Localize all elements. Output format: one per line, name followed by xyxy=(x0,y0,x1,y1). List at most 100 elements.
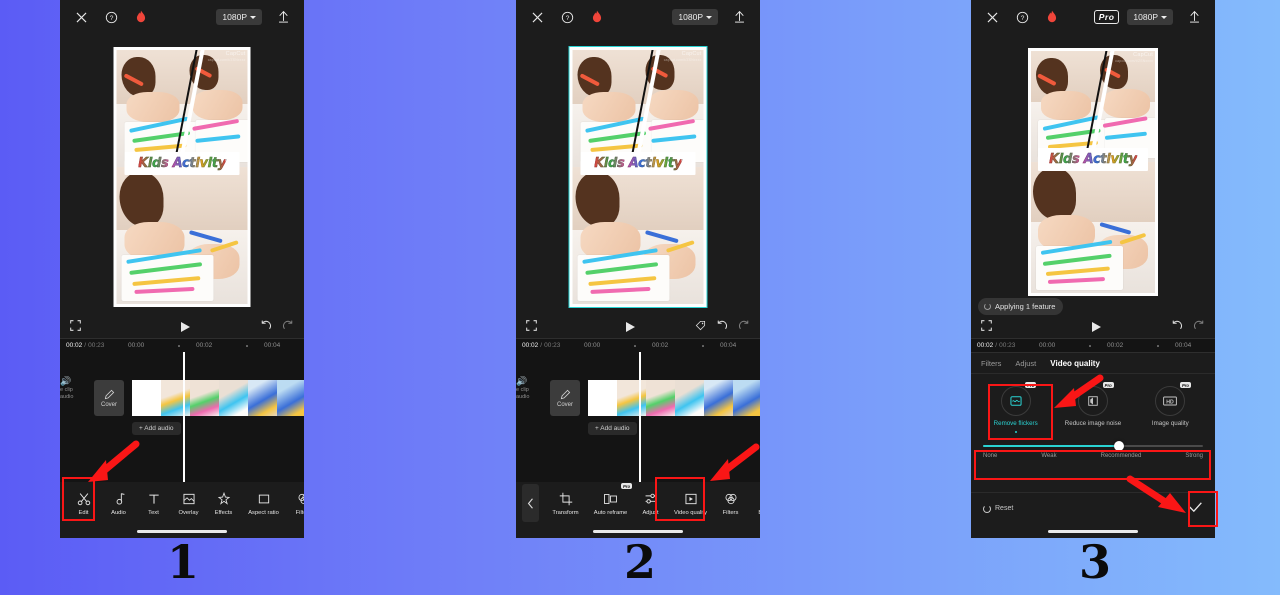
fullscreen-icon[interactable] xyxy=(981,318,1021,336)
resolution-label: 1080P xyxy=(222,12,247,22)
clip-thumbnail[interactable] xyxy=(161,380,190,416)
pencil-icon xyxy=(104,389,114,399)
flame-icon[interactable] xyxy=(586,6,608,28)
flame-icon[interactable] xyxy=(1041,6,1063,28)
slider-fill xyxy=(983,445,1120,447)
back-button[interactable] xyxy=(522,484,539,522)
tab-adjust[interactable]: Adjust xyxy=(1015,359,1036,368)
fullscreen-icon[interactable] xyxy=(526,318,566,336)
toolbar-item-audio[interactable]: Audio xyxy=(101,482,136,524)
ruler-tick: 00:04 xyxy=(264,342,281,349)
clip-thumbnail[interactable] xyxy=(277,380,304,416)
toolbar-item-effects[interactable]: Effects xyxy=(206,482,241,524)
ruler-ticks: 00:00 00:02 00:04 xyxy=(128,339,304,352)
export-icon[interactable] xyxy=(728,6,750,28)
strength-slider[interactable]: None Weak Recommended Strong xyxy=(971,437,1215,462)
toolbar-item-aspect-ratio[interactable]: Aspect ratio xyxy=(241,482,286,524)
feature-remove-flickers[interactable]: Pro Remove flickers xyxy=(979,382,1052,433)
toolbar-item-edit[interactable]: Edit xyxy=(66,482,101,524)
playhead[interactable] xyxy=(639,352,641,482)
scissors-icon xyxy=(77,491,91,507)
caption-overlay[interactable]: Kids Activity xyxy=(580,151,696,175)
redo-icon[interactable] xyxy=(738,318,750,336)
undo-icon[interactable] xyxy=(1171,318,1183,336)
help-icon[interactable]: ? xyxy=(556,6,578,28)
add-audio-button[interactable]: + Add audio xyxy=(132,422,181,435)
caption-overlay[interactable]: Kids Activity xyxy=(124,151,240,175)
playhead[interactable] xyxy=(183,352,185,482)
clip-thumbnail[interactable] xyxy=(248,380,277,416)
toolbar-item-filters[interactable]: Filters xyxy=(713,482,748,524)
feature-image-quality[interactable]: Pro HD Image quality xyxy=(1134,382,1207,433)
clip-track[interactable]: + xyxy=(132,380,304,416)
flame-icon[interactable] xyxy=(130,6,152,28)
fullscreen-icon[interactable] xyxy=(70,318,110,336)
toolbar-item-text[interactable]: Text xyxy=(136,482,171,524)
svg-text:?: ? xyxy=(109,15,113,22)
scene-top xyxy=(116,50,248,167)
clip-track[interactable]: + xyxy=(588,380,760,416)
resolution-selector[interactable]: 1080P xyxy=(1127,9,1173,25)
clip-blank[interactable] xyxy=(132,380,161,416)
toolbar-item-auto-reframe[interactable]: Pro Auto reframe xyxy=(588,482,633,524)
play-button[interactable] xyxy=(566,322,695,332)
slider-track[interactable] xyxy=(983,441,1203,451)
cover-button[interactable]: Cover xyxy=(94,380,124,416)
speaker-icon: 🔊 xyxy=(516,376,528,386)
step-number-2: 2 xyxy=(623,535,656,589)
clip-thumbnail[interactable] xyxy=(704,380,733,416)
video-preview[interactable]: CapCut capcut.com/t/ZSNxxxx Kids Activit… xyxy=(113,47,251,307)
toolbar-item-filters[interactable]: Filters xyxy=(286,482,304,524)
toolbar-label: Text xyxy=(148,509,159,516)
svg-text:?: ? xyxy=(1020,15,1024,22)
toolbar-item-overlay[interactable]: Overlay xyxy=(171,482,206,524)
pro-badge[interactable]: Pro xyxy=(1093,10,1120,24)
tag-icon[interactable] xyxy=(695,318,706,336)
close-icon[interactable] xyxy=(70,6,92,28)
clip-thumbnail[interactable] xyxy=(190,380,219,416)
clip-blank[interactable] xyxy=(588,380,617,416)
toolbar-item-adjust[interactable]: Adjust xyxy=(633,482,668,524)
video-preview[interactable]: CapCut capcut.com/t/ZSNxxxx Kids Activit… xyxy=(568,46,708,308)
export-icon[interactable] xyxy=(272,6,294,28)
clip-thumbnail[interactable] xyxy=(675,380,704,416)
undo-icon[interactable] xyxy=(260,318,272,336)
close-icon[interactable] xyxy=(981,6,1003,28)
resolution-selector[interactable]: 1080P xyxy=(672,9,718,25)
ruler-tick: 00:02 xyxy=(196,342,213,349)
caption-text: Kids Activity xyxy=(138,155,227,171)
cover-button[interactable]: Cover xyxy=(550,380,580,416)
help-icon[interactable]: ? xyxy=(100,6,122,28)
video-preview[interactable]: CapCut capcut.com/t/ZSNxxxx Kids Activit… xyxy=(1028,48,1158,296)
clip-thumbnail[interactable] xyxy=(617,380,646,416)
close-icon[interactable] xyxy=(526,6,548,28)
toolbar-item-basic[interactable]: Basic xyxy=(748,482,760,524)
tab-filters[interactable]: Filters xyxy=(981,359,1001,368)
toolbar-item-video-quality[interactable]: Video quality xyxy=(668,482,713,524)
toolbar-item-transform[interactable]: Transform xyxy=(543,482,588,524)
clip-thumbnail[interactable] xyxy=(646,380,675,416)
clip-thumbnail[interactable] xyxy=(219,380,248,416)
play-button[interactable] xyxy=(1021,322,1171,332)
filters-icon xyxy=(297,491,304,507)
pro-badge: Pro xyxy=(621,483,632,490)
pointer-arrow-video-quality xyxy=(710,443,760,481)
time-ruler: 00:02 / 00:23 00:00 00:02 00:04 xyxy=(971,338,1215,352)
add-audio-button[interactable]: + Add audio xyxy=(588,422,637,435)
caption-overlay[interactable]: Kids Activity xyxy=(1038,147,1148,171)
export-icon[interactable] xyxy=(1183,6,1205,28)
reset-button[interactable]: Reset xyxy=(983,504,1013,513)
time-ruler: 00:02 / 00:23 00:00 00:02 00:04 xyxy=(516,338,760,352)
redo-icon[interactable] xyxy=(282,318,294,336)
slider-knob[interactable] xyxy=(1114,441,1125,451)
resolution-selector[interactable]: 1080P xyxy=(216,9,262,25)
ruler-tick: 00:00 xyxy=(584,342,601,349)
tab-video-quality[interactable]: Video quality xyxy=(1050,359,1100,368)
redo-icon[interactable] xyxy=(1193,318,1205,336)
help-icon[interactable]: ? xyxy=(1011,6,1033,28)
applying-feature-toast: Applying 1 feature xyxy=(978,298,1064,315)
clip-thumbnail[interactable] xyxy=(733,380,760,416)
play-button[interactable] xyxy=(110,322,260,332)
resolution-label: 1080P xyxy=(678,12,703,22)
undo-icon[interactable] xyxy=(716,318,728,336)
